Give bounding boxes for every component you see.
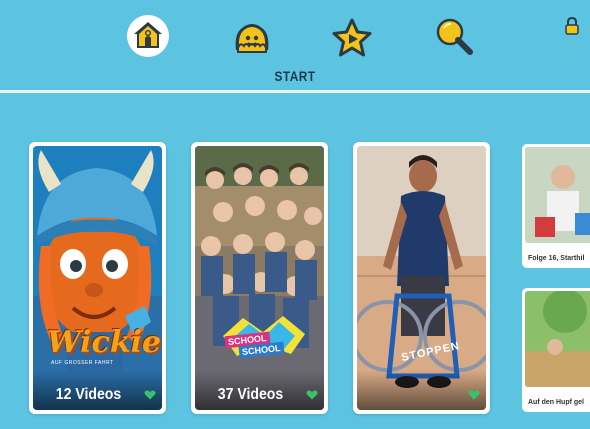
episode-photo [525, 291, 590, 387]
card-footer [357, 370, 486, 410]
episode-caption: Auf den Hupf gel [528, 399, 584, 406]
series-card-wickie[interactable]: Wickie AUF GROSSER FAHRT 12 Videos [29, 142, 166, 414]
card-artwork: Wickie AUF GROSSER FAHRT [33, 146, 162, 410]
nav-favorites-button[interactable] [330, 16, 374, 60]
series-card-wheelchair[interactable]: STOPPEN [353, 142, 490, 414]
card-artwork: STOPPEN [357, 146, 486, 410]
card-artwork: SCHOOL SCHOOL [195, 146, 324, 410]
episode-card[interactable]: Folge 16, Starthil [522, 144, 590, 268]
video-count: 37 Videos [217, 386, 284, 403]
lock-icon[interactable] [564, 17, 580, 35]
series-logo: Wickie [47, 325, 162, 360]
nav-home-button[interactable] [126, 14, 170, 58]
episode-photo [525, 147, 590, 243]
nav-characters-button[interactable] [230, 16, 274, 60]
series-logo-subtitle: AUF GROSSER FAHRT [51, 360, 114, 366]
heart-icon[interactable] [306, 390, 318, 400]
nav-divider [0, 90, 590, 93]
character-icon [235, 24, 269, 53]
heart-icon[interactable] [144, 390, 156, 400]
heart-icon[interactable] [468, 390, 480, 400]
house-icon [127, 15, 169, 57]
episode-thumbnail [525, 291, 590, 387]
search-icon [436, 18, 473, 55]
series-card-school[interactable]: SCHOOL SCHOOL 37 Videos [191, 142, 328, 414]
video-count: 12 Videos [55, 386, 122, 403]
episode-caption: Folge 16, Starthil [528, 255, 585, 262]
top-navigation: START [0, 0, 590, 93]
episode-card[interactable]: Auf den Hupf gel [522, 288, 590, 412]
episode-thumbnail [525, 147, 590, 243]
page-title: START [274, 68, 316, 84]
nav-search-button[interactable] [432, 14, 476, 58]
star-icon [332, 18, 372, 57]
